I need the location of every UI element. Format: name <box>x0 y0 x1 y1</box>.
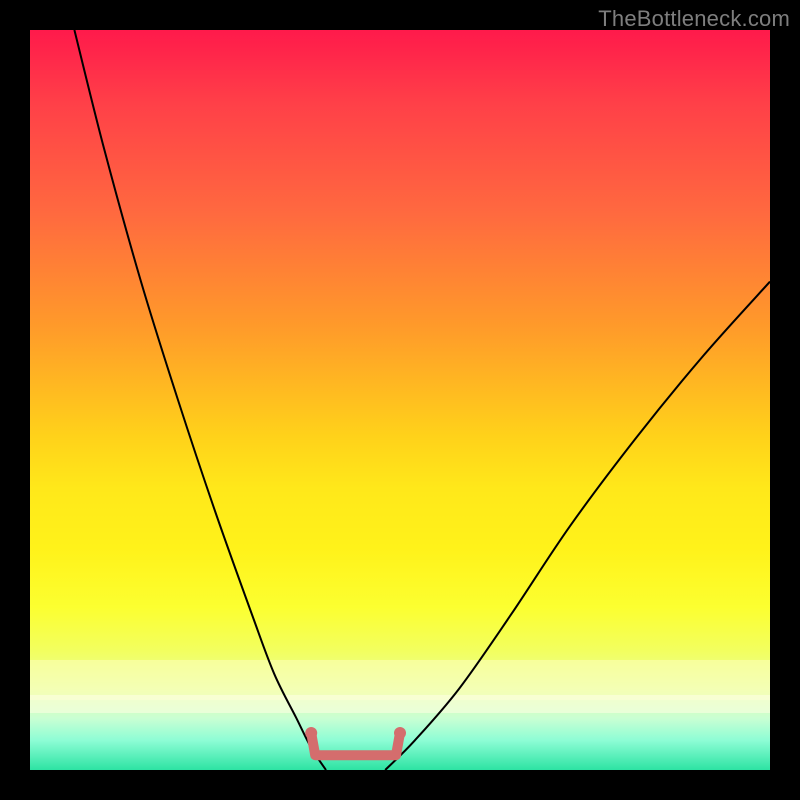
plot-area <box>30 30 770 770</box>
bracket-endpoint-right <box>394 727 406 739</box>
chart-svg <box>30 30 770 770</box>
watermark-text: TheBottleneck.com <box>598 6 790 32</box>
curve-right-branch <box>385 282 770 770</box>
chart-frame: TheBottleneck.com <box>0 0 800 800</box>
bracket-endpoint-left <box>305 727 317 739</box>
curve-left-branch <box>74 30 326 770</box>
plateau-bracket <box>311 733 400 755</box>
